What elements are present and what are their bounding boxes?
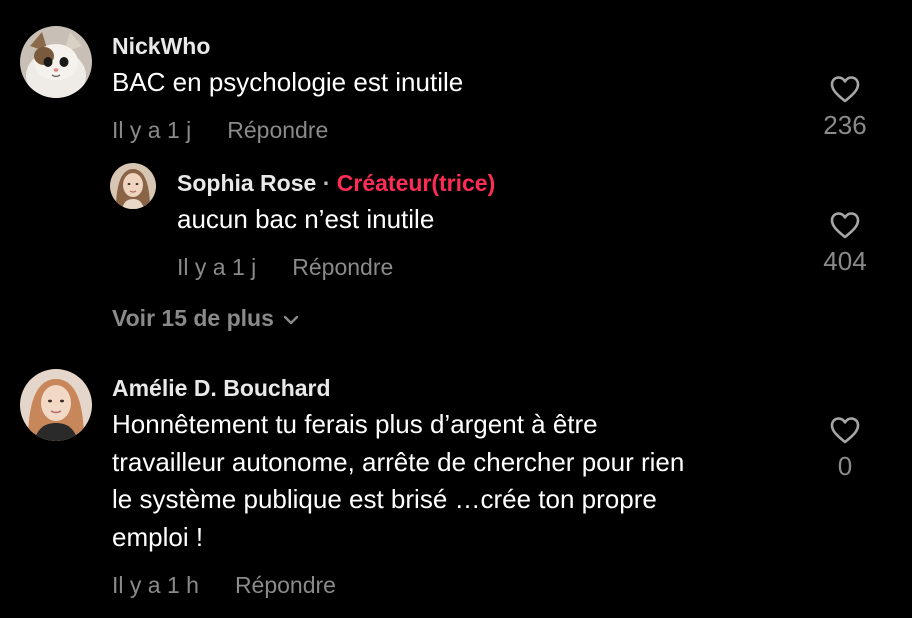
creator-badge: Créateur(trice)	[336, 170, 496, 196]
comment-timestamp: Il y a 1 h	[112, 572, 199, 598]
comment-timestamp: Il y a 1 j	[112, 117, 192, 143]
reply-username-line: Sophia Rose · Créateur(trice)	[177, 170, 495, 197]
chevron-down-icon	[283, 315, 299, 325]
separator: ·	[322, 170, 331, 196]
avatar[interactable]	[20, 369, 92, 441]
reply-username[interactable]: Sophia Rose	[177, 170, 316, 196]
comment-meta: Il y a 1 j Répondre	[112, 117, 328, 144]
like-button[interactable]: 236	[810, 74, 880, 141]
reply-timestamp: Il y a 1 j	[177, 254, 257, 280]
comment-username[interactable]: NickWho	[112, 33, 210, 60]
like-button[interactable]: 404	[810, 210, 880, 277]
comment-username[interactable]: Amélie D. Bouchard	[112, 375, 331, 402]
reply-text: aucun bac n’est inutile	[177, 204, 435, 234]
like-button[interactable]: 0	[810, 415, 880, 482]
comment-text-line: Honnêtement tu ferais plus d’argent à êt…	[112, 409, 598, 439]
comment-text-line: travailleur autonome, arrête de chercher…	[112, 446, 685, 477]
reply-button[interactable]: Répondre	[292, 254, 393, 280]
view-more-label: Voir 15 de plus	[112, 305, 274, 331]
like-count: 404	[823, 246, 867, 276]
like-count: 236	[823, 110, 867, 140]
heart-outline-icon	[830, 76, 860, 103]
comment-text-line: le système publique est brisé …crée ton …	[112, 484, 657, 514]
heart-outline-icon	[830, 417, 860, 444]
like-count: 0	[837, 451, 853, 481]
reply-button[interactable]: Répondre	[227, 117, 328, 143]
reply-button[interactable]: Répondre	[235, 572, 336, 598]
comment-text-line: emploi !	[112, 521, 204, 552]
heart-outline-icon	[830, 212, 860, 239]
comment-meta: Il y a 1 h Répondre	[112, 572, 336, 599]
avatar[interactable]	[110, 163, 156, 209]
view-more-replies-button[interactable]: Voir 15 de plus	[112, 305, 300, 332]
avatar[interactable]	[20, 26, 92, 98]
comment-text: BAC en psychologie est inutile	[112, 67, 464, 97]
reply-meta: Il y a 1 j Répondre	[177, 254, 393, 281]
